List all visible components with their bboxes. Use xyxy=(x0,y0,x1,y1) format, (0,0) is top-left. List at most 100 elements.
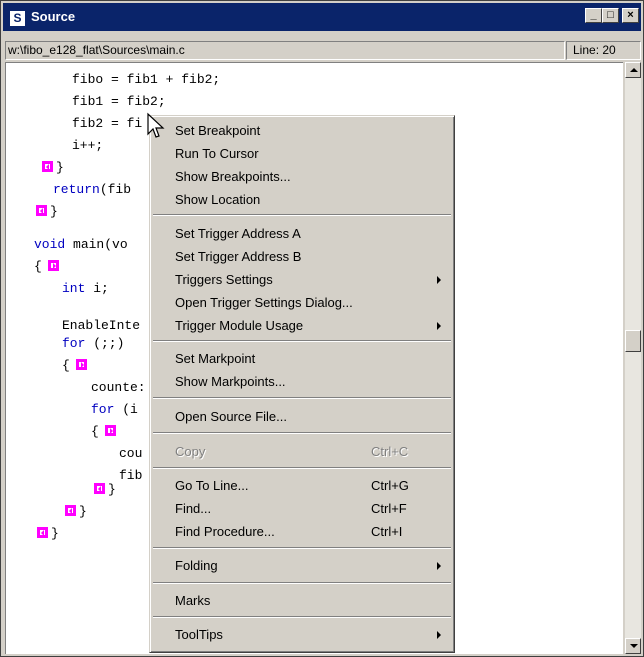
menu-item-show-location[interactable]: Show Location xyxy=(153,189,451,211)
code-text: (fib xyxy=(99,182,132,197)
menu-item-tooltips[interactable]: ToolTips xyxy=(153,624,451,646)
menu-separator xyxy=(153,616,451,618)
menu-item-label: Copy xyxy=(175,444,206,459)
menu-item-label: Run To Cursor xyxy=(175,146,259,161)
code-line[interactable]: return(fib xyxy=(53,179,131,201)
code-text: (;;) xyxy=(85,336,125,351)
menu-item-set-breakpoint[interactable]: Set Breakpoint xyxy=(153,120,451,142)
maximize-button[interactable]: □ xyxy=(602,8,619,23)
menu-item-open-source-file[interactable]: Open Source File... xyxy=(153,406,451,428)
code-line[interactable]: for (i xyxy=(91,399,138,421)
menu-item-find-procedure[interactable]: Find Procedure... Ctrl+I xyxy=(153,521,451,543)
fold-expand-icon[interactable] xyxy=(76,359,87,370)
code-line[interactable]: counte: xyxy=(91,377,146,399)
menu-item-marks[interactable]: Marks xyxy=(153,590,451,612)
menu-item-label: Marks xyxy=(175,593,211,608)
scroll-up-button[interactable] xyxy=(625,62,641,78)
code-line[interactable]: { xyxy=(34,256,42,278)
fold-collapse-icon[interactable] xyxy=(37,527,48,538)
fold-collapse-icon[interactable] xyxy=(65,505,76,516)
code-line[interactable]: { xyxy=(62,355,70,377)
menu-item-label: Show Breakpoints... xyxy=(175,169,291,184)
file-path: w:\fibo_e128_flat\Sources\main.c xyxy=(5,41,565,60)
menu-item-go-to-line[interactable]: Go To Line... Ctrl+G xyxy=(153,475,451,497)
code-line[interactable]: } xyxy=(108,479,116,501)
menu-separator xyxy=(153,214,451,216)
minimize-icon: _ xyxy=(590,9,597,21)
code-line[interactable]: cou xyxy=(119,443,142,465)
menu-item-show-breakpoints[interactable]: Show Breakpoints... xyxy=(153,166,451,188)
menu-item-label: Trigger Module Usage xyxy=(175,318,304,333)
fold-expand-icon[interactable] xyxy=(48,260,59,271)
line-indicator: Line: 20 xyxy=(566,41,641,60)
code-line[interactable]: fibo = fib1 + fib2; xyxy=(72,69,220,91)
code-line[interactable]: void main(vo xyxy=(34,234,128,256)
menu-item-run-to-cursor[interactable]: Run To Cursor xyxy=(153,143,451,165)
code-line[interactable]: } xyxy=(56,157,64,179)
source-app-icon[interactable]: S xyxy=(9,10,26,27)
menu-item-label: Set Breakpoint xyxy=(175,123,261,138)
menu-separator xyxy=(153,547,451,549)
keyword: for xyxy=(62,336,86,351)
fold-expand-icon[interactable] xyxy=(105,425,116,436)
menu-item-folding[interactable]: Folding xyxy=(153,555,451,577)
menu-item-shortcut: Ctrl+F xyxy=(371,501,407,516)
menu-item-shortcut: Ctrl+C xyxy=(371,444,409,459)
minimize-button[interactable]: _ xyxy=(585,8,602,23)
menu-item-open-trigger-settings-dialog[interactable]: Open Trigger Settings Dialog... xyxy=(153,292,451,314)
menu-separator xyxy=(153,340,451,342)
window-title: Source xyxy=(31,9,76,24)
scroll-down-button[interactable] xyxy=(625,638,641,654)
code-line[interactable]: } xyxy=(51,523,59,545)
path-bar: w:\fibo_e128_flat\Sources\main.c Line: 2… xyxy=(5,41,641,60)
code-text: i; xyxy=(85,281,109,296)
menu-item-triggers-settings[interactable]: Triggers Settings xyxy=(153,269,451,291)
menu-item-copy[interactable]: Copy Ctrl+C xyxy=(153,441,451,463)
submenu-arrow-icon xyxy=(437,562,441,570)
menu-item-show-markpoints[interactable]: Show Markpoints... xyxy=(153,371,451,393)
code-line[interactable]: i++; xyxy=(72,135,103,157)
keyword: void xyxy=(34,237,66,252)
menu-item-label: Find Procedure... xyxy=(175,524,275,539)
menu-item-label: Show Markpoints... xyxy=(175,374,286,389)
menu-item-label: Find... xyxy=(175,501,212,516)
menu-item-find[interactable]: Find... Ctrl+F xyxy=(153,498,451,520)
fold-collapse-icon[interactable] xyxy=(42,161,53,172)
fold-collapse-icon[interactable] xyxy=(36,205,47,216)
menu-item-label: Set Trigger Address B xyxy=(175,249,302,264)
close-button[interactable]: × xyxy=(622,8,639,23)
code-line[interactable]: int i; xyxy=(62,278,109,300)
code-line[interactable]: fib2 = fi xyxy=(72,113,142,135)
keyword: int xyxy=(62,281,86,296)
menu-item-trigger-module-usage[interactable]: Trigger Module Usage xyxy=(153,315,451,337)
scroll-thumb[interactable] xyxy=(625,330,641,352)
menu-separator xyxy=(153,432,451,434)
title-bar[interactable]: S Source _ □ × xyxy=(3,3,641,31)
maximize-icon: □ xyxy=(607,9,614,21)
code-text: main(vo xyxy=(65,237,128,252)
menu-item-label: Open Trigger Settings Dialog... xyxy=(175,295,353,310)
code-line[interactable]: } xyxy=(50,201,58,223)
menu-item-label: Set Trigger Address A xyxy=(175,226,301,241)
menu-item-shortcut: Ctrl+I xyxy=(371,524,403,539)
code-line[interactable]: for (;;) xyxy=(62,333,124,355)
code-line[interactable]: { xyxy=(91,421,99,443)
context-menu: Set Breakpoint Run To Cursor Show Breakp… xyxy=(149,115,455,653)
code-line[interactable]: fib1 = fib2; xyxy=(72,91,166,113)
code-line[interactable]: fib xyxy=(119,465,142,487)
menu-separator xyxy=(153,467,451,469)
menu-item-set-markpoint[interactable]: Set Markpoint xyxy=(153,348,451,370)
arrow-down-icon xyxy=(630,644,638,648)
submenu-arrow-icon xyxy=(437,322,441,330)
menu-separator xyxy=(153,397,451,399)
keyword: return xyxy=(53,182,100,197)
vertical-scrollbar[interactable] xyxy=(625,62,641,654)
submenu-arrow-icon xyxy=(437,631,441,639)
menu-item-label: Folding xyxy=(175,558,218,573)
arrow-up-icon xyxy=(630,68,638,72)
menu-item-set-trigger-address-a[interactable]: Set Trigger Address A xyxy=(153,223,451,245)
menu-item-set-trigger-address-b[interactable]: Set Trigger Address B xyxy=(153,246,451,268)
fold-collapse-icon[interactable] xyxy=(94,483,105,494)
menu-item-label: Triggers Settings xyxy=(175,272,273,287)
code-line[interactable]: } xyxy=(79,501,87,523)
